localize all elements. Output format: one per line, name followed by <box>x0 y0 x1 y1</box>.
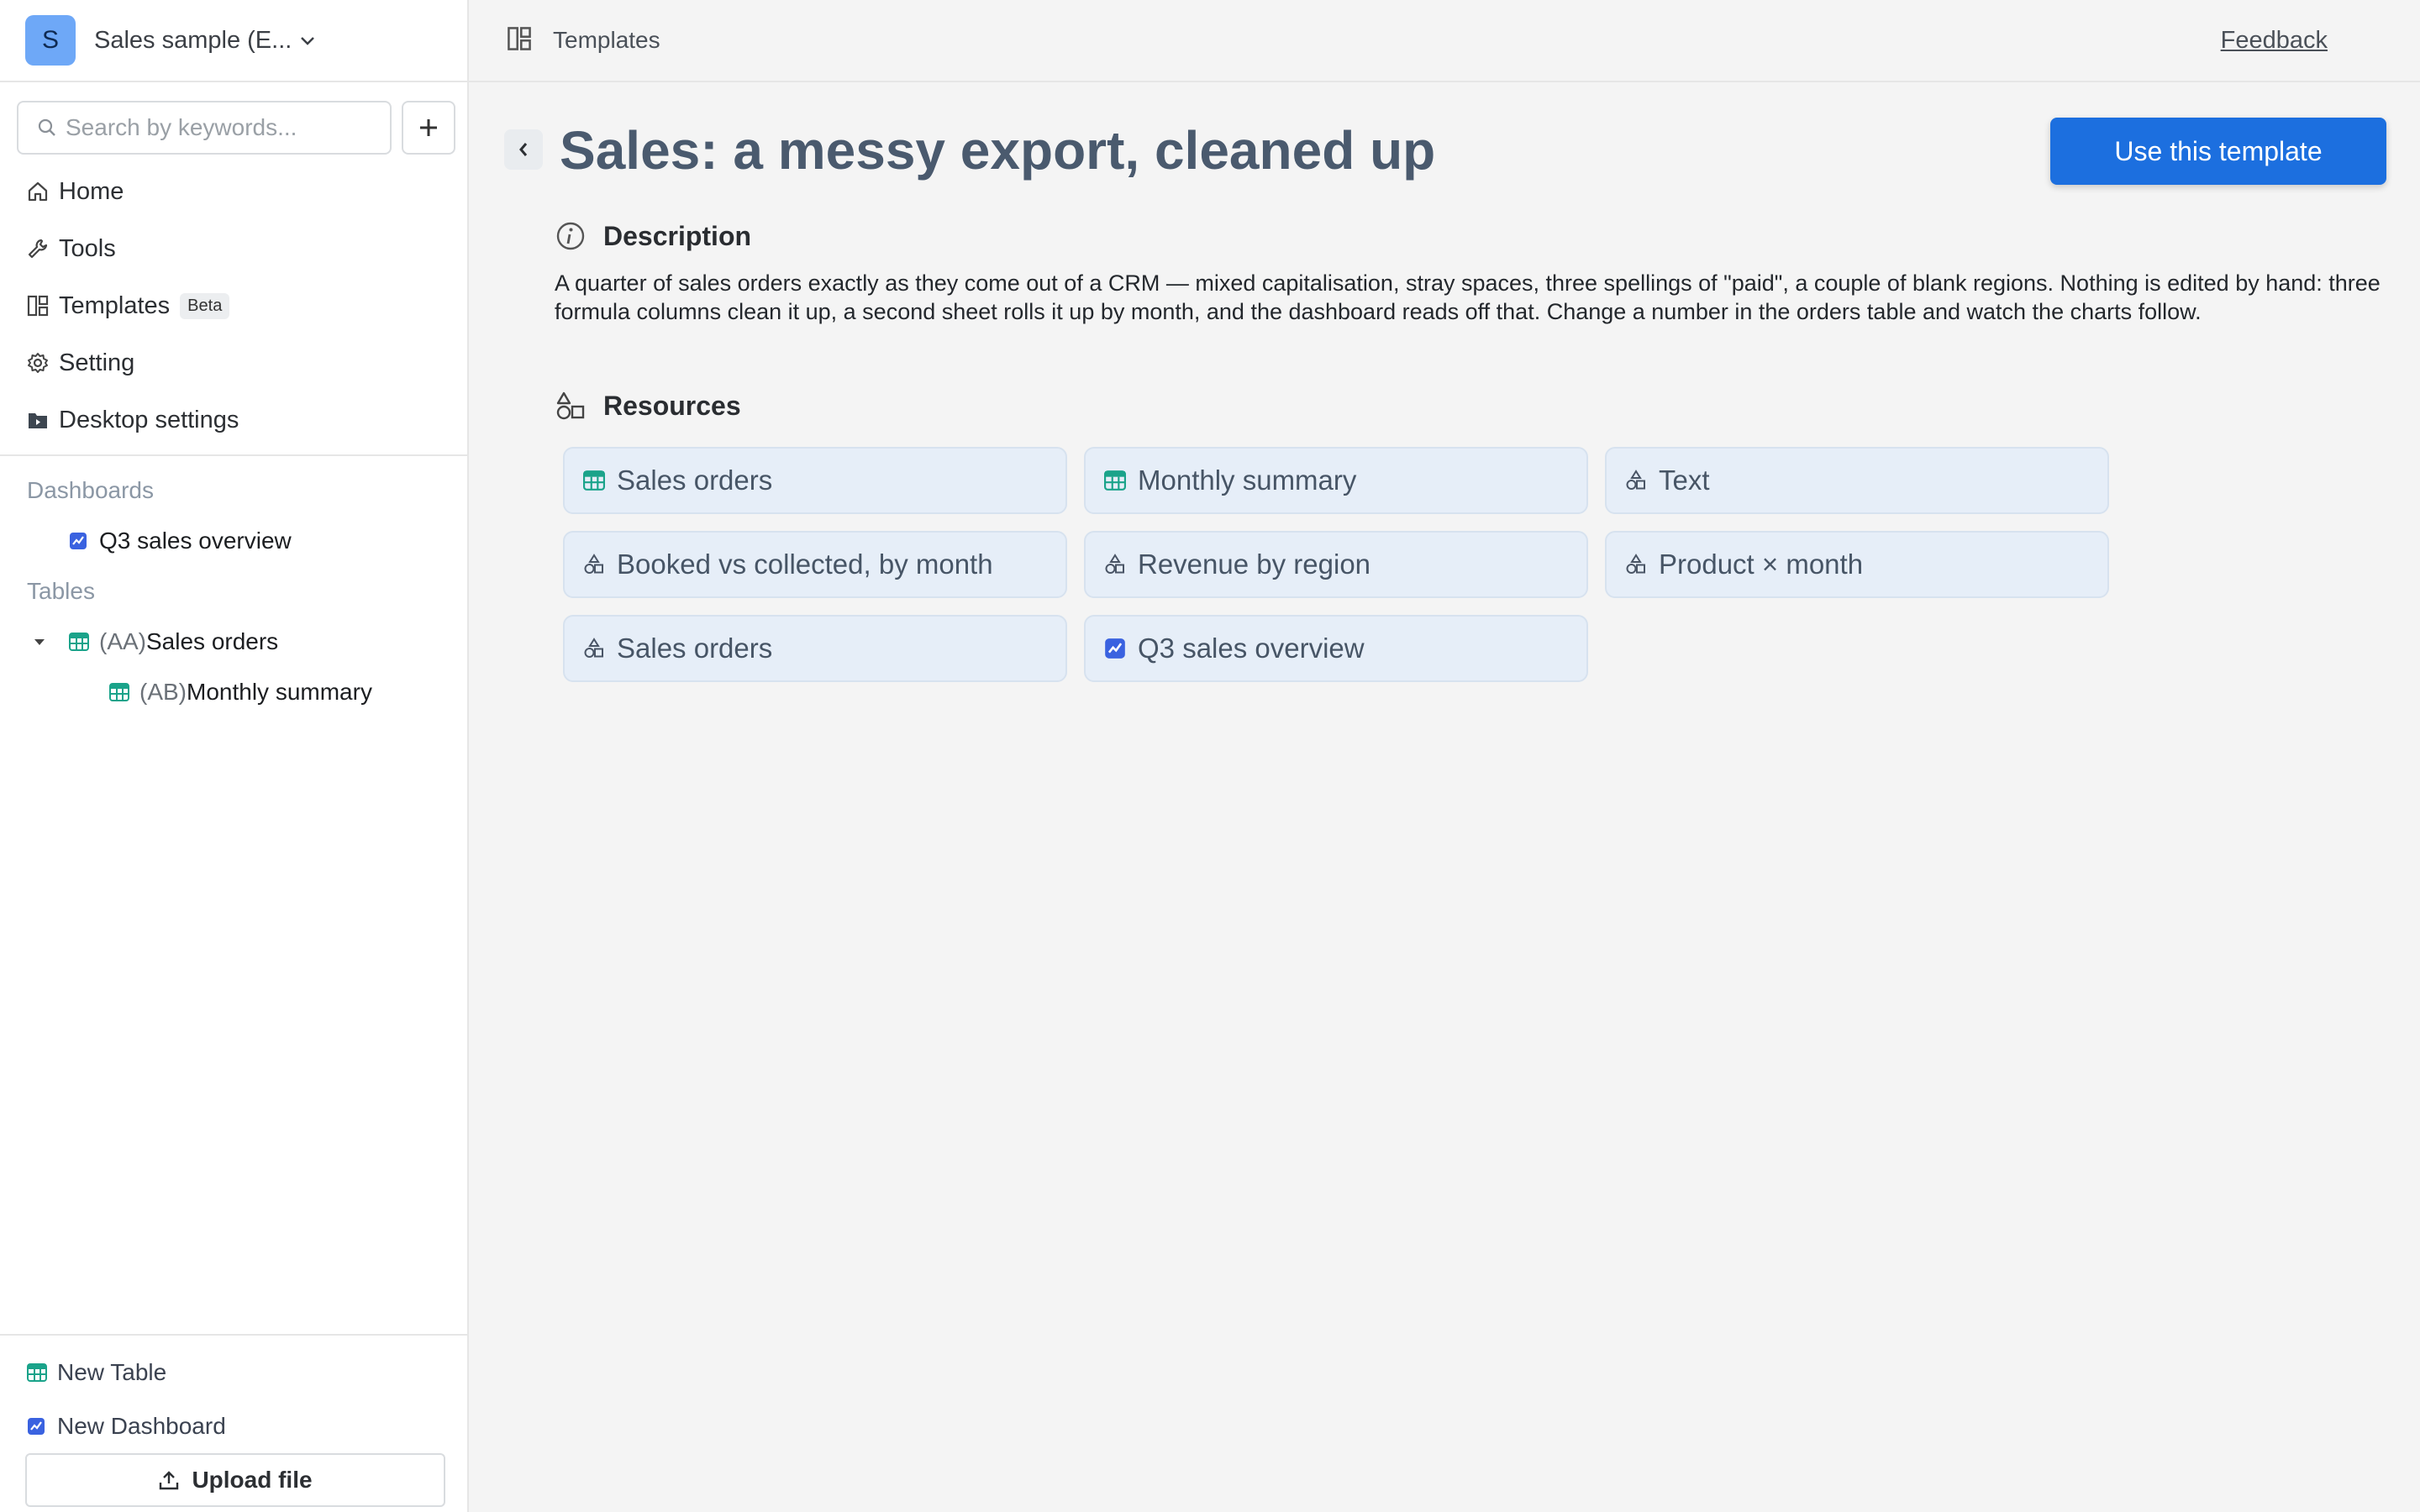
description-heading: Description <box>555 220 751 252</box>
resource-card[interactable]: Sales orders <box>563 447 1067 514</box>
widget-icon <box>584 554 603 574</box>
info-icon <box>555 220 587 252</box>
gear-icon <box>25 350 50 375</box>
sidebar-divider <box>0 454 467 456</box>
resource-label: Monthly summary <box>1138 465 1357 496</box>
templates-icon <box>25 293 50 318</box>
new-table-label: New Table <box>57 1359 167 1385</box>
widget-icon <box>584 638 603 658</box>
table-label: Monthly summary <box>187 679 372 705</box>
nav-desktop-settings-label: Desktop settings <box>59 406 239 433</box>
nav-tools[interactable]: Tools <box>0 220 467 277</box>
resource-label: Q3 sales overview <box>1138 633 1365 664</box>
resource-card[interactable]: Text <box>1605 447 2109 514</box>
dashboard-icon <box>70 533 87 549</box>
resource-card[interactable]: Booked vs collected, by month <box>563 531 1067 598</box>
template-description: A quarter of sales orders exactly as the… <box>555 270 2381 324</box>
search-field[interactable] <box>17 101 392 155</box>
description-heading-label: Description <box>603 220 752 251</box>
resource-label: Booked vs collected, by month <box>617 549 993 580</box>
resource-card[interactable]: Q3 sales overview <box>1084 615 1588 682</box>
tables-section-label: Tables <box>27 578 95 604</box>
new-table-button[interactable]: New Table <box>27 1359 166 1386</box>
sidebar-table-item[interactable]: (AB) Monthly summary <box>109 679 372 706</box>
table-icon <box>27 1363 47 1382</box>
new-dashboard-label: New Dashboard <box>57 1413 226 1439</box>
resource-label: Sales orders <box>617 633 773 664</box>
table-icon <box>69 633 89 651</box>
resources-heading-label: Resources <box>603 390 741 421</box>
dashboard-icon <box>28 1418 45 1435</box>
nav-setting-label: Setting <box>59 349 135 376</box>
table-prefix: (AB) <box>139 679 187 705</box>
resource-label: Product × month <box>1659 549 1864 580</box>
page-title: Sales: a messy export, cleaned up <box>560 120 1436 181</box>
main-nav: Home Tools Templates Beta Setting Deskto… <box>0 163 467 449</box>
top-bar: Templates Feedback <box>469 0 2420 82</box>
table-label: Sales orders <box>146 628 279 654</box>
back-button[interactable] <box>504 129 543 170</box>
beta-badge: Beta <box>180 292 230 319</box>
table-prefix: (AA) <box>99 628 146 654</box>
widget-icon <box>1626 554 1645 574</box>
plus-icon <box>420 119 437 136</box>
widget-icon <box>1105 554 1124 574</box>
search-input[interactable] <box>66 114 368 141</box>
dashboard-icon <box>1105 638 1125 659</box>
upload-icon <box>160 1471 179 1490</box>
sidebar-dashboard-item[interactable]: Q3 sales overview <box>69 528 292 554</box>
nav-tools-label: Tools <box>59 234 116 262</box>
nav-desktop-settings[interactable]: Desktop settings <box>0 391 467 449</box>
breadcrumb[interactable]: Templates <box>553 27 660 54</box>
add-button[interactable] <box>402 101 455 155</box>
nav-setting[interactable]: Setting <box>0 334 467 391</box>
shapes-icon <box>555 390 587 422</box>
sidebar-footer: New Table New Dashboard Upload file <box>0 1334 467 1512</box>
resource-label: Sales orders <box>617 465 773 496</box>
workspace-avatar: S <box>25 15 76 66</box>
dashboard-label: Q3 sales overview <box>99 528 292 554</box>
home-icon <box>25 179 50 204</box>
workspace-switcher[interactable]: S Sales sample (E... <box>0 0 467 82</box>
resources-heading: Resources <box>555 390 741 422</box>
table-icon <box>583 470 605 491</box>
widget-icon <box>1626 470 1645 490</box>
resource-card[interactable]: Sales orders <box>563 615 1067 682</box>
use-template-button[interactable]: Use this template <box>2050 118 2386 185</box>
dashboards-section-label: Dashboards <box>27 477 154 503</box>
caret-down-icon[interactable] <box>32 636 47 648</box>
new-dashboard-button[interactable]: New Dashboard <box>27 1413 226 1440</box>
wrench-icon <box>25 236 50 261</box>
folder-settings-icon <box>25 407 50 433</box>
workspace-name: Sales sample (E... <box>94 26 292 54</box>
sidebar: S Sales sample (E... Home Tools <box>0 0 469 1512</box>
chevron-down-icon <box>300 29 315 51</box>
resource-card[interactable]: Monthly summary <box>1084 447 1588 514</box>
sidebar-table-item[interactable]: (AA) Sales orders <box>32 628 278 655</box>
resource-card[interactable]: Product × month <box>1605 531 2109 598</box>
resource-label: Revenue by region <box>1138 549 1371 580</box>
upload-file-label: Upload file <box>192 1467 313 1493</box>
templates-icon <box>506 25 533 56</box>
nav-home[interactable]: Home <box>0 163 467 220</box>
chevron-left-icon <box>519 143 528 156</box>
nav-home-label: Home <box>59 177 124 205</box>
resource-card[interactable]: Revenue by region <box>1084 531 1588 598</box>
table-icon <box>109 683 129 701</box>
search-icon <box>38 118 55 136</box>
resource-label: Text <box>1659 465 1710 496</box>
nav-templates-label: Templates <box>59 291 171 319</box>
feedback-link[interactable]: Feedback <box>2221 27 2328 55</box>
nav-templates[interactable]: Templates Beta <box>0 277 467 334</box>
upload-file-button[interactable]: Upload file <box>25 1453 445 1507</box>
table-icon <box>1104 470 1126 491</box>
